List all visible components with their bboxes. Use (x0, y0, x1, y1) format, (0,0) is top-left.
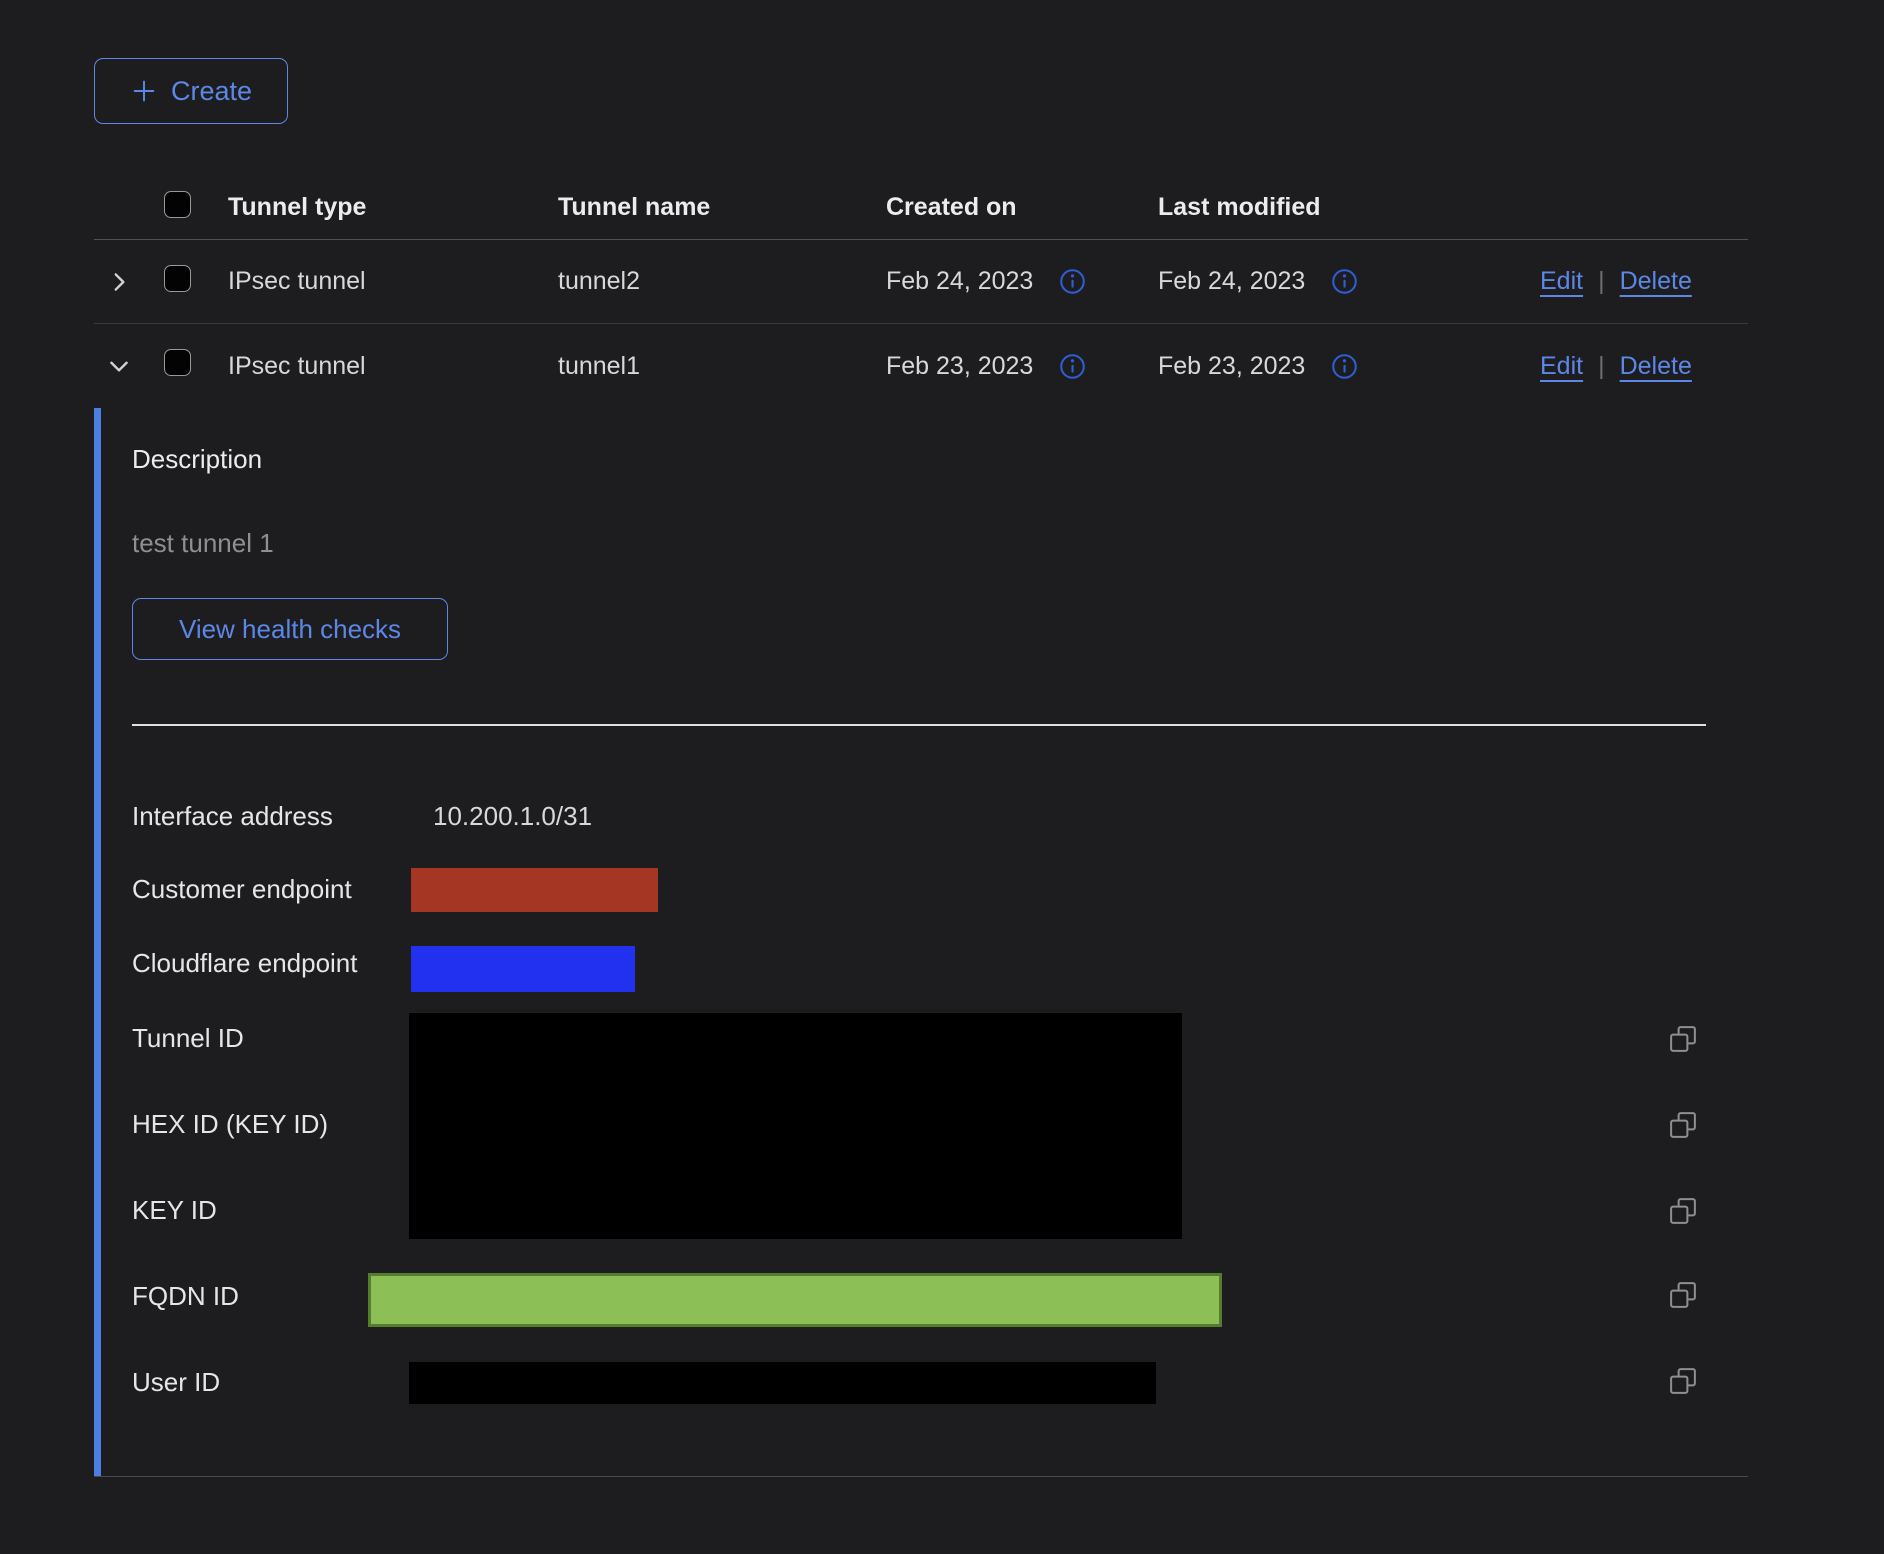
table-row-tunnel2: IPsec tunnel tunnel2 Feb 24, 2023 Feb 24… (94, 240, 1748, 324)
copy-hex-id-icon[interactable] (1668, 1110, 1698, 1140)
key-id-label: KEY ID (132, 1195, 217, 1226)
row-checkbox[interactable] (164, 265, 191, 292)
table-header: Tunnel type Tunnel name Created on Last … (94, 176, 1748, 240)
user-id-redaction (409, 1362, 1156, 1404)
info-icon[interactable] (1331, 353, 1358, 380)
customer-endpoint-redaction (411, 868, 658, 912)
tunnels-table: Tunnel type Tunnel name Created on Last … (94, 176, 1748, 1477)
expand-chevron-right-icon[interactable] (106, 269, 132, 295)
tunnel-type-cell: IPsec tunnel (228, 352, 558, 381)
cloudflare-endpoint-label: Cloudflare endpoint (132, 948, 358, 979)
tunnel-name-cell: tunnel2 (558, 267, 886, 296)
ids-redaction-block (409, 1013, 1182, 1239)
customer-endpoint-label: Customer endpoint (132, 874, 352, 905)
actions-separator: | (1598, 352, 1605, 381)
fqdn-id-label: FQDN ID (132, 1281, 239, 1312)
expanded-tunnel-details-panel: Description test tunnel 1 View health ch… (94, 408, 1748, 1477)
plus-icon (130, 77, 158, 105)
column-header-created-on: Created on (886, 193, 1158, 222)
interface-address-label: Interface address (132, 801, 333, 832)
copy-fqdn-id-icon[interactable] (1668, 1280, 1698, 1310)
collapse-chevron-down-icon[interactable] (106, 353, 132, 379)
hex-id-label: HEX ID (KEY ID) (132, 1109, 328, 1140)
create-button-label: Create (171, 76, 252, 107)
interface-address-value: 10.200.1.0/31 (433, 801, 592, 832)
description-label: Description (132, 444, 262, 475)
user-id-label: User ID (132, 1367, 220, 1398)
edit-link[interactable]: Edit (1540, 267, 1583, 296)
copy-user-id-icon[interactable] (1668, 1366, 1698, 1396)
panel-divider (132, 724, 1706, 726)
tunnel-id-label: Tunnel ID (132, 1023, 244, 1054)
delete-link[interactable]: Delete (1620, 267, 1692, 296)
last-modified-cell: Feb 24, 2023 (1158, 267, 1305, 296)
cloudflare-endpoint-redaction (411, 946, 635, 992)
copy-key-id-icon[interactable] (1668, 1196, 1698, 1226)
edit-link[interactable]: Edit (1540, 352, 1583, 381)
column-header-tunnel-name: Tunnel name (558, 193, 886, 222)
delete-link[interactable]: Delete (1620, 352, 1692, 381)
copy-tunnel-id-icon[interactable] (1668, 1024, 1698, 1054)
info-icon[interactable] (1059, 268, 1086, 295)
created-on-cell: Feb 23, 2023 (886, 352, 1033, 381)
created-on-cell: Feb 24, 2023 (886, 267, 1033, 296)
column-header-last-modified: Last modified (1158, 193, 1540, 222)
expanded-panel-accent-bar (94, 408, 101, 1476)
tunnel-name-cell: tunnel1 (558, 352, 886, 381)
tunnel-type-cell: IPsec tunnel (228, 267, 558, 296)
row-checkbox[interactable] (164, 349, 191, 376)
view-health-checks-button[interactable]: View health checks (132, 598, 448, 660)
last-modified-cell: Feb 23, 2023 (1158, 352, 1305, 381)
select-all-checkbox[interactable] (164, 191, 191, 218)
info-icon[interactable] (1059, 353, 1086, 380)
actions-separator: | (1598, 267, 1605, 296)
description-value: test tunnel 1 (132, 528, 274, 559)
column-header-tunnel-type: Tunnel type (228, 193, 558, 222)
table-row-tunnel1: IPsec tunnel tunnel1 Feb 23, 2023 Feb 23… (94, 324, 1748, 408)
info-icon[interactable] (1331, 268, 1358, 295)
fqdn-id-redaction (368, 1273, 1222, 1327)
create-button[interactable]: Create (94, 58, 288, 124)
